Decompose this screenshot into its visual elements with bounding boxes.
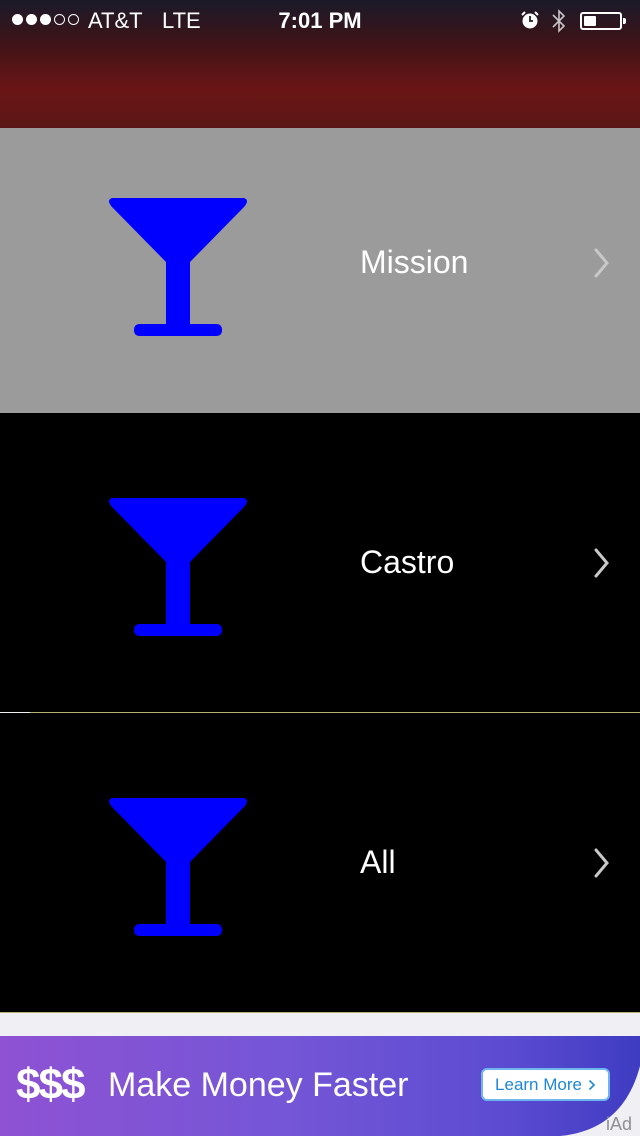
list-item-label: All bbox=[360, 844, 396, 880]
chevron-right-icon bbox=[594, 548, 609, 578]
cocktail-glass-icon bbox=[109, 498, 247, 636]
list-item-label: Castro bbox=[360, 544, 455, 580]
learn-more-label: Learn More bbox=[495, 1074, 582, 1094]
chevron-right-icon bbox=[594, 248, 609, 278]
chevron-right-icon bbox=[594, 848, 609, 878]
ad-dollar-signs: $$$ bbox=[16, 1060, 85, 1109]
iad-badge: iAd bbox=[606, 1114, 633, 1134]
list-bottom-separator bbox=[0, 1012, 640, 1013]
list-item-castro[interactable]: Castro bbox=[0, 413, 640, 712]
cocktail-glass-icon bbox=[109, 798, 247, 936]
cocktail-glass-icon bbox=[109, 198, 247, 336]
list-item-all[interactable]: All bbox=[0, 713, 640, 1012]
battery-icon bbox=[580, 12, 626, 30]
alarm-clock-icon bbox=[521, 11, 539, 29]
list-item-mission[interactable]: Mission bbox=[0, 128, 640, 413]
list-item-label: Mission bbox=[360, 244, 469, 280]
chevron-right-icon bbox=[588, 1079, 596, 1090]
bluetooth-icon bbox=[552, 9, 566, 33]
clock-time: 7:01 PM bbox=[278, 8, 362, 33]
status-bar: AT&T LTE 7:01 PM bbox=[0, 0, 640, 128]
learn-more-button[interactable]: Learn More bbox=[481, 1068, 610, 1101]
ad-headline: Make Money Faster bbox=[108, 1066, 409, 1104]
